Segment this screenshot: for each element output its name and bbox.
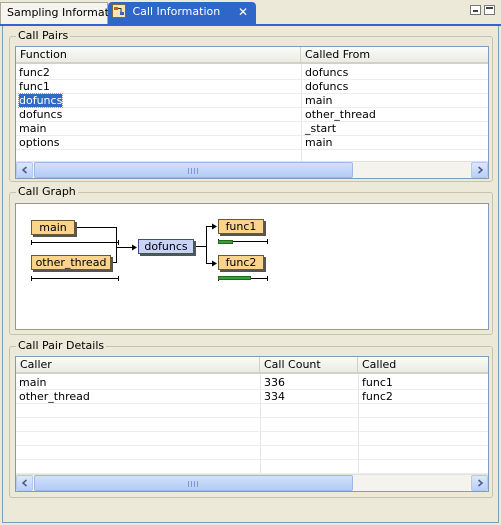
- graph-node-func1[interactable]: func1: [218, 219, 264, 234]
- bar-tick: [118, 240, 119, 245]
- close-icon[interactable]: ✕: [238, 2, 248, 22]
- duration-bar-other-thread: [31, 278, 119, 279]
- selected-text: dofuncs: [17, 93, 64, 108]
- called-cell: func1: [362, 376, 393, 389]
- tab-label: Call Information: [132, 5, 221, 18]
- view-tab-strip: Sampling Information Call Information ✕: [0, 0, 501, 26]
- called-cell: func2: [362, 390, 393, 403]
- graph-node-other-thread[interactable]: other_thread: [31, 255, 111, 270]
- horizontal-scrollbar[interactable]: [16, 161, 488, 178]
- graph-node-main[interactable]: main: [31, 220, 75, 235]
- duration-fill-func1: [218, 240, 233, 244]
- grip-line: [188, 168, 189, 174]
- table-row-empty: [16, 404, 488, 418]
- function-cell: main: [19, 122, 47, 135]
- scroll-thumb[interactable]: [34, 475, 353, 491]
- duration-bar-main: [31, 242, 119, 243]
- scroll-right-button[interactable]: [471, 162, 488, 178]
- function-cell: func1: [19, 80, 50, 93]
- tab-call-information[interactable]: Call Information ✕: [108, 2, 256, 26]
- call-pairs-table[interactable]: Function Called From func2 dofuncs func1…: [15, 46, 489, 179]
- table-row-empty: [16, 432, 488, 446]
- called-from-cell: main: [305, 136, 333, 149]
- called-from-cell: other_thread: [305, 108, 376, 121]
- scroll-left-button[interactable]: [16, 475, 33, 491]
- group-title: Call Graph: [16, 185, 78, 199]
- call-count-cell: 336: [264, 376, 285, 389]
- table-row[interactable]: main _start: [16, 122, 488, 136]
- chevron-right-icon: [477, 479, 484, 487]
- function-cell: func2: [19, 66, 50, 79]
- chevron-left-icon: [21, 166, 28, 174]
- scroll-left-button[interactable]: [16, 162, 33, 178]
- function-cell: dofuncs: [19, 108, 63, 121]
- maximize-icon[interactable]: [484, 5, 495, 15]
- caller-cell: other_thread: [19, 390, 90, 403]
- grip-line: [194, 481, 195, 487]
- duration-fill-func2: [218, 276, 251, 280]
- table-row-empty: [16, 446, 488, 460]
- group-title: Call Pairs: [16, 29, 71, 43]
- view-content: Call Pairs Function Called From func2 do…: [2, 26, 499, 523]
- table-header: Function Called From: [16, 47, 488, 64]
- call-pair-details-group: Call Pair Details Caller Call Count Call…: [9, 339, 493, 498]
- called-from-cell: _start: [305, 122, 337, 135]
- column-header-function[interactable]: Function: [16, 47, 301, 64]
- bar-tick: [267, 239, 268, 244]
- bar-tick: [31, 240, 32, 245]
- grip-line: [191, 168, 192, 174]
- column-header-called-from[interactable]: Called From: [301, 47, 488, 64]
- table-row[interactable]: func1 dofuncs: [16, 80, 488, 94]
- bar-tick: [267, 276, 268, 281]
- function-cell: dofuncs: [16, 93, 64, 108]
- table-row-selected[interactable]: dofuncs main: [16, 93, 488, 108]
- graph-node-func2[interactable]: func2: [218, 255, 264, 270]
- called-from-cell: dofuncs: [305, 80, 349, 93]
- minimize-icon[interactable]: [470, 5, 481, 15]
- called-from-cell: main: [305, 94, 333, 107]
- tab-sampling-information[interactable]: Sampling Information: [0, 2, 126, 24]
- scroll-thumb[interactable]: [34, 162, 353, 178]
- table-row[interactable]: other_thread 334 func2: [16, 390, 488, 404]
- call-count-cell: 334: [264, 390, 285, 403]
- caller-cell: main: [19, 376, 47, 389]
- grip-line: [188, 481, 189, 487]
- chevron-left-icon: [21, 479, 28, 487]
- chevron-right-icon: [477, 166, 484, 174]
- table-row-empty: [16, 460, 488, 474]
- grip-line: [197, 168, 198, 174]
- table-row-empty: [16, 418, 488, 432]
- call-graph-group: Call Graph main other_thread dofuncs fun…: [9, 185, 493, 335]
- column-header-called[interactable]: Called: [358, 357, 488, 374]
- grip-line: [191, 481, 192, 487]
- called-from-cell: dofuncs: [305, 66, 349, 79]
- grip-line: [194, 168, 195, 174]
- horizontal-scrollbar[interactable]: [16, 474, 488, 491]
- table-row[interactable]: options main: [16, 136, 488, 150]
- call-pair-details-table[interactable]: Caller Call Count Called main 336 func1 …: [15, 356, 489, 492]
- call-graph-canvas[interactable]: main other_thread dofuncs func1 func2: [15, 203, 489, 330]
- call-info-icon: [112, 3, 126, 18]
- grip-line: [197, 481, 198, 487]
- table-row[interactable]: dofuncs other_thread: [16, 108, 488, 122]
- table-row[interactable]: main 336 func1: [16, 376, 488, 390]
- column-header-call-count[interactable]: Call Count: [260, 357, 358, 374]
- call-pairs-group: Call Pairs Function Called From func2 do…: [9, 29, 493, 182]
- bar-tick: [31, 276, 32, 281]
- graph-node-dofuncs[interactable]: dofuncs: [138, 239, 194, 254]
- bar-tick: [118, 276, 119, 281]
- group-title: Call Pair Details: [16, 339, 107, 353]
- table-header: Caller Call Count Called: [16, 357, 488, 374]
- scroll-right-button[interactable]: [471, 475, 488, 491]
- function-cell: options: [19, 136, 60, 149]
- table-row[interactable]: func2 dofuncs: [16, 66, 488, 80]
- column-header-caller[interactable]: Caller: [16, 357, 260, 374]
